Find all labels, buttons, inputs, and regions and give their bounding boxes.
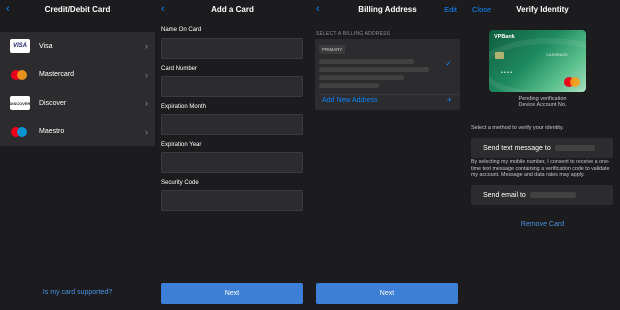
card-number-field[interactable]: [161, 76, 303, 97]
card-option-label: Discover: [39, 99, 67, 107]
select-method-text: Select a method to verify your identity.: [471, 125, 564, 131]
navbar: Close Verify Identity: [465, 0, 620, 19]
mastercard-logo-icon: [570, 77, 580, 87]
expiration-year-label: Expiration Year: [161, 142, 202, 148]
email-redacted: [529, 192, 576, 198]
divider: [319, 94, 460, 95]
close-button[interactable]: Close: [472, 5, 491, 14]
security-code-field[interactable]: [161, 190, 303, 211]
send-email-label: Send email to: [483, 191, 526, 199]
expiration-month-label: Expiration Month: [161, 104, 207, 110]
phone-number-redacted: [554, 145, 595, 151]
card-number-label: Card Number: [161, 66, 198, 72]
expiration-year-field[interactable]: [161, 152, 303, 173]
address-line-redacted: [319, 83, 379, 88]
card-option-mastercard[interactable]: Mastercard ›: [0, 61, 155, 90]
next-button[interactable]: Next: [316, 283, 458, 304]
card-number-masked: • • • •: [501, 70, 513, 76]
remove-card-button[interactable]: Remove Card: [465, 221, 620, 228]
card-option-label: Maestro: [39, 128, 65, 136]
chevron-right-icon: ›: [145, 98, 148, 109]
bank-logo: VPBank: [494, 34, 515, 40]
chevron-left-icon[interactable]: ‹: [316, 3, 320, 15]
address-line-redacted: [319, 75, 404, 80]
mastercard-logo-icon: [10, 68, 30, 82]
name-on-card-label: Name On Card: [161, 27, 202, 33]
card-option-maestro[interactable]: Maestro ›: [0, 118, 155, 147]
send-text-label: Send text message to: [483, 144, 551, 152]
device-account-number: Device Account No.: [518, 102, 567, 108]
discover-logo-icon: DISCOVER: [10, 96, 30, 111]
card-option-label: Mastercard: [39, 71, 75, 79]
plus-icon[interactable]: +: [447, 95, 452, 105]
send-email-button[interactable]: Send email to: [471, 185, 613, 205]
maestro-logo-icon: [10, 125, 30, 139]
card-option-label: Visa: [39, 42, 53, 50]
page-title: Credit/Debit Card: [44, 5, 111, 14]
add-card-screen: ‹ Add a Card Name On Card Card Number Ex…: [155, 0, 310, 310]
card-supported-link[interactable]: Is my card supported?: [0, 289, 155, 296]
address-line-redacted: [319, 59, 414, 64]
add-new-address-link[interactable]: Add New Address: [322, 97, 378, 104]
chevron-left-icon[interactable]: ‹: [6, 3, 10, 15]
consent-text: By selecting my mobile number, I consent…: [471, 159, 610, 179]
security-code-label: Security Code: [161, 180, 199, 186]
navbar: ‹ Add a Card: [155, 0, 310, 19]
chevron-left-icon[interactable]: ‹: [161, 3, 165, 15]
visa-logo-icon: VISA: [10, 39, 30, 54]
page-title: Billing Address: [358, 5, 417, 14]
address-row-primary[interactable]: ✓: [315, 39, 460, 93]
card-tagline: CASHBACK: [546, 53, 568, 57]
address-line-redacted: [319, 67, 429, 72]
name-on-card-field[interactable]: [161, 38, 303, 59]
bank-card-image: VPBank CASHBACK • • • •: [489, 30, 586, 92]
chevron-right-icon: ›: [145, 126, 148, 137]
card-chip-icon: [495, 52, 504, 59]
card-type-list: VISA Visa › Mastercard › DISCOVER Discov…: [0, 32, 155, 146]
chevron-right-icon: ›: [145, 41, 148, 52]
send-text-message-button[interactable]: Send text message to: [471, 138, 613, 158]
chevron-right-icon: ›: [145, 69, 148, 80]
navbar: ‹ Credit/Debit Card: [0, 0, 155, 19]
address-list: PRIMARY ✓ Add New Address +: [315, 39, 460, 110]
page-title: Verify Identity: [516, 5, 569, 14]
expiration-month-field[interactable]: [161, 114, 303, 135]
card-type-screen: ‹ Credit/Debit Card VISA Visa › Masterca…: [0, 0, 155, 310]
next-button[interactable]: Next: [161, 283, 303, 304]
verify-identity-screen: Close Verify Identity VPBank CASHBACK • …: [465, 0, 620, 310]
navbar: ‹ Billing Address Edit: [310, 0, 465, 19]
billing-address-screen: ‹ Billing Address Edit SELECT A BILLING …: [310, 0, 465, 310]
screens-row: ‹ Credit/Debit Card VISA Visa › Masterca…: [0, 0, 620, 310]
card-option-discover[interactable]: DISCOVER Discover ›: [0, 89, 155, 118]
edit-button[interactable]: Edit: [444, 5, 457, 14]
section-header: SELECT A BILLING ADDRESS: [316, 31, 391, 37]
page-title: Add a Card: [211, 5, 254, 14]
checkmark-icon: ✓: [445, 59, 452, 68]
card-option-visa[interactable]: VISA Visa ›: [0, 32, 155, 61]
